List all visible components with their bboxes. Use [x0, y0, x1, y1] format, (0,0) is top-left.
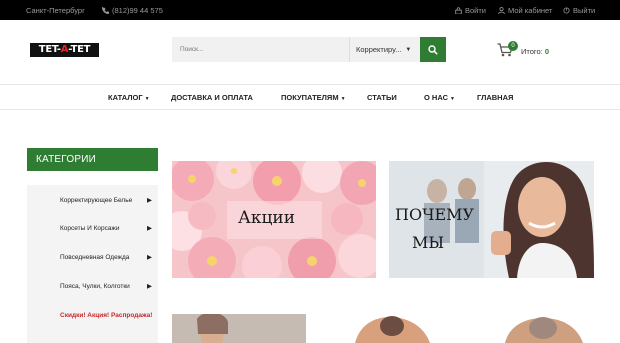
search-icon — [428, 44, 438, 55]
login-text: Войти — [465, 6, 486, 15]
logo-part-left: TET- — [38, 44, 61, 55]
cart-total-label: Итого: — [521, 47, 543, 56]
why-us-banner[interactable]: ПОЧЕМУ МЫ — [389, 161, 594, 278]
logout-icon — [563, 7, 570, 14]
phone-icon — [102, 7, 109, 14]
why-us-title-line1: ПОЧЕМУ — [395, 205, 475, 224]
category-label: Корректирующее Белье — [60, 197, 133, 204]
main-nav: КАТАЛОГ ▼ ДОСТАВКА И ОПЛАТА ПОКУПАТЕЛЯМ ▼ … — [0, 84, 620, 110]
site-logo[interactable]: TET-A-TET — [30, 43, 99, 57]
product-thumbnail[interactable] — [172, 314, 306, 343]
nav-item-articles[interactable]: СТАТЬИ — [367, 93, 397, 102]
category-item[interactable]: Пояса, Чулки, Колготки ▶ — [27, 276, 158, 296]
search-bar: Корректиру... ▼ — [172, 37, 446, 62]
nav-item-label: КАТАЛОГ — [108, 93, 143, 102]
nav-item-catalog[interactable]: КАТАЛОГ ▼ — [108, 93, 150, 102]
category-label: Пояса, Чулки, Колготки — [60, 283, 130, 290]
phone-text: (812)99 44 575 — [112, 6, 163, 15]
categories-list: Корректирующее Белье ▶ Корсеты И Корсажи ▶… — [27, 185, 158, 343]
cart-count-badge: 0 — [508, 41, 518, 51]
product-thumbnail[interactable] — [495, 314, 594, 343]
logo-part-right: -TET — [68, 44, 91, 55]
search-category-select[interactable]: Корректиру... ▼ — [349, 37, 420, 62]
nav-item-home[interactable]: ГЛАВНАЯ — [477, 93, 513, 102]
promo-banner-title: Акции — [238, 208, 296, 228]
nav-item-customers[interactable]: ПОКУПАТЕЛЯМ ▼ — [281, 93, 346, 102]
chevron-down-icon: ▼ — [405, 46, 412, 53]
category-item[interactable]: Повседневная Одежда ▶ — [27, 247, 158, 267]
caret-right-icon: ▶ — [147, 254, 152, 261]
nav-item-delivery[interactable]: ДОСТАВКА И ОПЛАТА — [171, 93, 253, 102]
product-thumbnail[interactable] — [335, 314, 450, 343]
product-photo — [335, 314, 450, 343]
city-label: Санкт-Петербург — [26, 6, 85, 15]
cart-total: Итого: 0 — [521, 47, 549, 56]
promo-banner[interactable]: Акции — [172, 161, 376, 278]
nav-item-label: ПОКУПАТЕЛЯМ — [281, 93, 339, 102]
categories-heading: КАТЕГОРИИ — [27, 148, 158, 171]
nav-item-label: ДОСТАВКА И ОПЛАТА — [171, 93, 253, 102]
product-photo — [495, 314, 594, 343]
search-button[interactable] — [420, 37, 446, 62]
nav-item-label: ГЛАВНАЯ — [477, 93, 514, 102]
caret-down-icon: ▼ — [449, 96, 455, 102]
cart-total-sum: 0 — [544, 47, 550, 56]
category-label: Корсеты И Корсажи — [60, 225, 120, 232]
cart-widget[interactable]: 0 Итого: 0 — [497, 41, 607, 63]
search-category-value: Корректиру... — [356, 45, 402, 54]
city-text: Санкт-Петербург — [26, 6, 85, 15]
caret-right-icon: ▶ — [147, 197, 152, 204]
phone-link[interactable]: (812)99 44 575 — [102, 6, 163, 15]
cabinet-text: Мой кабинет — [508, 6, 553, 15]
logout-link[interactable]: Выйти — [563, 6, 595, 15]
logout-text: Выйти — [573, 6, 596, 15]
caret-down-icon: ▼ — [340, 96, 346, 102]
category-item[interactable]: Корсеты И Корсажи ▶ — [27, 218, 158, 238]
login-link[interactable]: Войти — [455, 6, 486, 15]
caret-right-icon: ▶ — [147, 283, 152, 290]
nav-item-label: О НАС — [424, 93, 448, 102]
why-us-title-line2: МЫ — [412, 233, 445, 252]
category-label: Скидки! Акция! Распродажа! — [60, 312, 153, 319]
caret-right-icon: ▶ — [147, 225, 152, 232]
login-icon — [455, 7, 462, 14]
category-item[interactable]: Корректирующее Белье ▶ — [27, 190, 158, 210]
category-item-sale[interactable]: Скидки! Акция! Распродажа! — [27, 305, 158, 325]
search-input[interactable] — [172, 37, 349, 62]
user-icon — [498, 7, 505, 14]
top-bar: Санкт-Петербург (812)99 44 575 Войти Мой… — [0, 0, 620, 20]
caret-down-icon: ▼ — [144, 96, 150, 102]
cabinet-link[interactable]: Мой кабинет — [498, 6, 552, 15]
site-header: TET-A-TET Корректиру... ▼ 0 Итого: 0 — [0, 20, 620, 84]
category-label: Повседневная Одежда — [60, 254, 130, 261]
nav-item-label: СТАТЬИ — [367, 93, 397, 102]
product-photo — [172, 314, 306, 343]
nav-item-about[interactable]: О НАС ▼ — [424, 93, 455, 102]
